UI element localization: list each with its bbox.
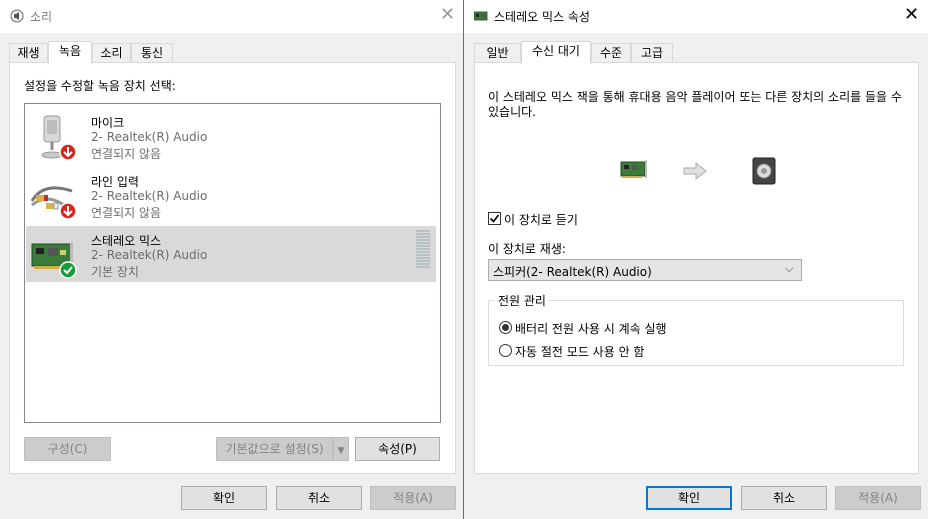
tab-strip: 재생 녹음 소리 통신 bbox=[9, 41, 449, 64]
window-title: 스테레오 믹스 속성 bbox=[494, 10, 590, 24]
device-list[interactable]: 마이크 2- Realtek(R) Audio 연결되지 않음 라인 입력 2-… bbox=[24, 103, 441, 423]
device-driver: 2- Realtek(R) Audio bbox=[91, 248, 208, 262]
close-icon[interactable]: ✕ bbox=[904, 5, 919, 25]
chevron-down-icon: ▼ bbox=[337, 446, 345, 456]
playback-device-value: 스피커(2- Realtek(R) Audio) bbox=[493, 265, 652, 279]
tab-sounds[interactable]: 소리 bbox=[92, 43, 131, 63]
microphone-icon bbox=[41, 115, 77, 161]
tab-levels[interactable]: 수준 bbox=[591, 43, 631, 63]
arrow-right-icon bbox=[683, 161, 707, 181]
apply-button[interactable]: 적용(A) bbox=[370, 486, 456, 510]
ok-button[interactable]: 확인 bbox=[646, 486, 732, 510]
radio-keep-running-label[interactable]: 배터리 전원 사용 시 계속 실행 bbox=[515, 320, 667, 337]
device-status: 연결되지 않음 bbox=[91, 206, 162, 220]
radio-disable-sleep-label[interactable]: 자동 절전 모드 사용 안 함 bbox=[515, 343, 644, 360]
set-default-button[interactable]: 기본값으로 설정(S) bbox=[216, 437, 333, 461]
sound-dialog: 소리 ✕ 재생 녹음 소리 통신 설정을 수정할 녹음 장치 선택: 마이크 2… bbox=[0, 0, 464, 519]
ok-button[interactable]: 확인 bbox=[181, 486, 267, 510]
device-row-stereo-mix[interactable]: 스테레오 믹스 2- Realtek(R) Audio 기본 장치 bbox=[26, 226, 436, 282]
radio-keep-running[interactable] bbox=[499, 321, 512, 334]
sound-card-icon bbox=[620, 160, 647, 178]
title-bar: 소리 ✕ bbox=[0, 0, 464, 33]
tab-advanced[interactable]: 고급 bbox=[631, 43, 673, 63]
speaker-icon bbox=[10, 9, 24, 23]
power-management-group: 전원 관리 배터리 전원 사용 시 계속 실행 자동 절전 모드 사용 안 함 bbox=[488, 292, 904, 366]
close-icon[interactable]: ✕ bbox=[440, 5, 455, 25]
cancel-button[interactable]: 취소 bbox=[276, 486, 362, 510]
device-status: 연결되지 않음 bbox=[91, 147, 162, 161]
radio-disable-sleep[interactable] bbox=[499, 344, 512, 357]
tab-communications[interactable]: 통신 bbox=[131, 43, 173, 63]
tab-strip: 일반 수신 대기 수준 고급 bbox=[474, 41, 914, 64]
stereo-mix-properties-dialog: 스테레오 믹스 속성 ✕ 일반 수신 대기 수준 고급 이 스테레오 믹스 잭을… bbox=[463, 0, 928, 519]
checkmark-icon bbox=[489, 214, 500, 223]
device-driver: 2- Realtek(R) Audio bbox=[91, 130, 208, 144]
sound-card-icon bbox=[474, 11, 488, 21]
configure-button[interactable]: 구성(C) bbox=[24, 437, 111, 461]
speaker-icon bbox=[752, 157, 776, 185]
tab-playback[interactable]: 재생 bbox=[9, 43, 48, 63]
device-row-line-in[interactable]: 라인 입력 2- Realtek(R) Audio 연결되지 않음 bbox=[26, 167, 436, 223]
cancel-button[interactable]: 취소 bbox=[741, 486, 827, 510]
device-row-microphone[interactable]: 마이크 2- Realtek(R) Audio 연결되지 않음 bbox=[26, 108, 436, 164]
line-in-cable-icon bbox=[30, 186, 77, 220]
listen-checkbox[interactable] bbox=[488, 212, 501, 225]
apply-button[interactable]: 적용(A) bbox=[835, 486, 921, 510]
listen-checkbox-label[interactable]: 이 장치로 듣기 bbox=[504, 211, 578, 228]
title-bar: 스테레오 믹스 속성 ✕ bbox=[464, 0, 928, 33]
set-default-dropdown[interactable]: ▼ bbox=[333, 437, 349, 461]
tab-general[interactable]: 일반 bbox=[474, 43, 521, 63]
device-driver: 2- Realtek(R) Audio bbox=[91, 189, 208, 203]
sound-card-icon bbox=[31, 242, 77, 279]
device-name: 라인 입력 bbox=[91, 175, 139, 189]
tab-listen[interactable]: 수신 대기 bbox=[521, 41, 591, 64]
playback-device-select[interactable]: 스피커(2- Realtek(R) Audio) ⌵ bbox=[488, 259, 802, 281]
device-name: 스테레오 믹스 bbox=[91, 234, 162, 248]
listen-description: 이 스테레오 믹스 잭을 통해 휴대용 음악 플레이어 또는 다른 장치의 소리… bbox=[488, 90, 902, 119]
playback-device-label: 이 장치로 재생: bbox=[488, 242, 566, 256]
level-meter bbox=[416, 230, 430, 268]
power-management-title: 전원 관리 bbox=[495, 292, 549, 309]
instruction-label: 설정을 수정할 녹음 장치 선택: bbox=[24, 79, 176, 93]
window-title: 소리 bbox=[30, 10, 53, 24]
properties-button[interactable]: 속성(P) bbox=[355, 437, 440, 461]
tab-recording[interactable]: 녹음 bbox=[48, 41, 92, 64]
chevron-down-icon: ⌵ bbox=[785, 262, 794, 275]
device-status: 기본 장치 bbox=[91, 265, 139, 279]
device-name: 마이크 bbox=[91, 116, 125, 130]
